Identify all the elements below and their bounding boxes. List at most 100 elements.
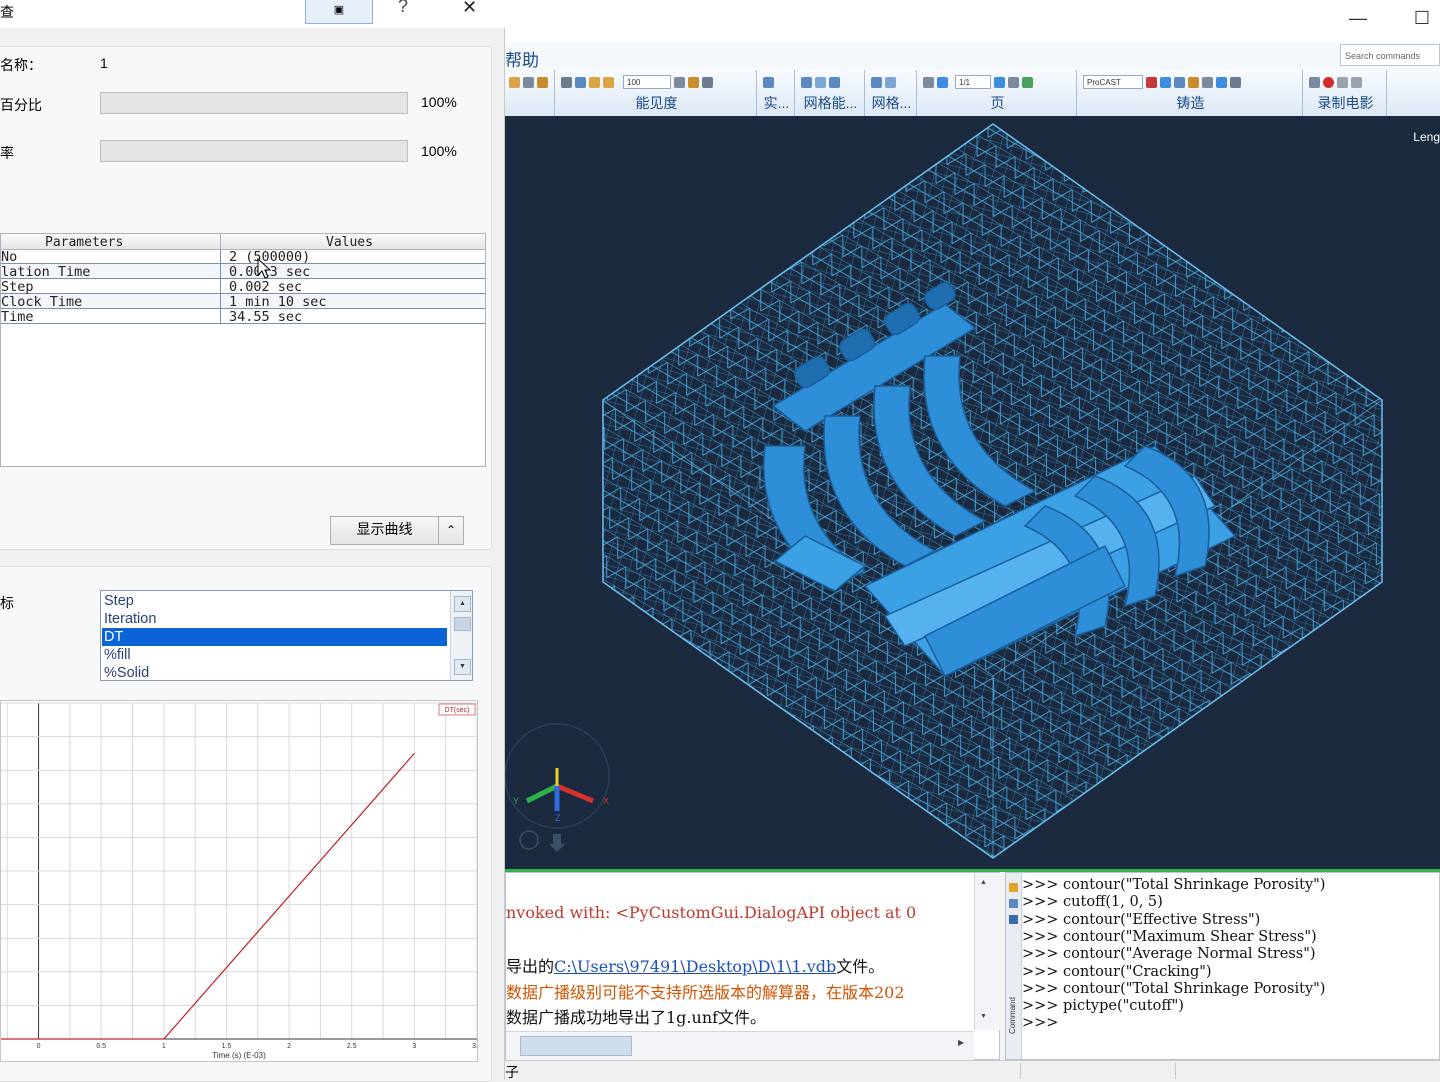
tool-icon[interactable] [763,76,774,88]
solver-select[interactable]: ProCAST [1083,75,1143,89]
tool-icon[interactable] [1188,76,1199,88]
save-icon[interactable] [1009,915,1018,924]
table-row[interactable]: No 2 (500000) [1,249,485,265]
close-button[interactable]: ✕ [462,0,477,18]
command-line: >>> pictype("cutoff") [1022,998,1184,1015]
settings-icon[interactable] [1009,899,1018,908]
zoom-out-icon[interactable] [519,830,539,850]
ribbon-label: 实... [763,95,790,111]
list-item[interactable]: %Solid [102,664,447,680]
tool-icon[interactable] [603,76,614,88]
header-values[interactable]: Values [326,235,373,250]
row-param: Clock Time [1,294,83,310]
output-console[interactable]: nvoked with: <PyCustomGui.DialogAPI obje… [505,872,1000,1060]
ribbon-label: 能见度 [635,95,678,111]
list-label: 标 [0,596,14,612]
listbox-scrollbar[interactable]: ▲ ▼ [450,591,472,680]
tool-icon[interactable] [702,76,713,88]
status-divider [1020,1063,1021,1079]
list-item[interactable]: %fill [102,646,447,664]
page-field[interactable]: 1/1 [955,75,991,89]
camera-icon[interactable] [1309,76,1320,88]
tool-icon[interactable] [537,76,548,88]
list-item-selected[interactable]: DT [102,628,447,646]
minimize-button[interactable]: — [1343,8,1373,29]
x-tick-label: 1 [162,1043,166,1050]
scroll-up-icon[interactable]: ▲ [980,879,987,886]
table-row[interactable]: Time 34.55 sec [1,309,485,325]
tool-icon[interactable] [923,76,934,88]
visibility-field[interactable]: 100 [623,75,671,89]
tool-icon[interactable] [674,76,685,88]
mouse-cursor-icon [257,258,272,279]
column-divider [220,249,221,324]
previous-icon[interactable] [937,76,948,88]
scroll-down-icon[interactable]: ▼ [980,1013,987,1020]
table-row[interactable]: Step 0.002 sec [1,279,485,295]
ribbon-group-casting: ProCAST 铸造 [1079,70,1303,116]
tool-icon[interactable] [1202,76,1213,88]
tool-icon[interactable] [829,76,840,88]
ribbon-icons [509,75,550,89]
arrow-down-icon[interactable] [549,834,565,852]
console-hscroll[interactable]: ▶ [506,1031,974,1060]
chevron-up-icon: ⌃ [445,523,457,537]
command-line: >>> contour("Average Normal Stress") [1022,946,1316,963]
name-label: 名称： [0,58,42,74]
name-value: 1 [100,55,108,71]
tool-icon[interactable] [1008,76,1019,88]
collapse-button[interactable]: ⌃ [438,516,464,545]
ribbon-icons [763,75,790,89]
simulation-progress-dialog: 查 ▣ ? ✕ 名称： 1 百分比 100% 率 100% Parameters… [0,0,505,1082]
pause-icon[interactable] [1337,76,1348,88]
menu-help[interactable]: 帮助 [505,46,539,71]
show-curve-button[interactable]: 显示曲线 [330,516,439,545]
list-item[interactable]: Step [102,592,447,610]
eye-icon[interactable] [575,76,586,88]
ribbon-label: 网格能... [803,95,858,111]
tool-icon[interactable] [589,76,600,88]
dt-chart-svg: 0 0.5 1 1.5 2 2.5 3 3.5 Time (s) (E-03) DT(sec) [1,702,482,1060]
ribbon-icons [871,75,912,89]
table-row[interactable]: lation Time 0.0013 sec [1,264,485,280]
tool-icon[interactable] [1174,76,1185,88]
next-icon[interactable] [994,76,1005,88]
ribbon-label: 网格... [871,95,912,111]
variable-listbox[interactable]: Step Iteration DT %fill %Solid ▲ ▼ [100,590,473,681]
percent-label: 百分比 [0,98,42,114]
tool-icon[interactable] [885,76,896,88]
console-line: nvoked with: <PyCustomGui.DialogAPI obje… [506,903,917,922]
list-item[interactable]: Iteration [102,610,447,628]
tool-icon[interactable] [509,76,520,88]
help-button[interactable]: ? [398,0,408,17]
scroll-thumb[interactable] [454,617,471,631]
hscroll-thumb[interactable] [520,1036,632,1056]
tool-icon[interactable] [1022,76,1033,88]
pin-button[interactable]: ▣ [305,0,373,24]
select-icon[interactable] [561,76,572,88]
search-commands-input[interactable]: Search commands [1340,44,1440,66]
note-icon[interactable] [1009,883,1018,892]
command-console[interactable]: Command >>> contour("Total Shrinkage Por… [1005,872,1440,1060]
tool-icon[interactable] [1230,76,1241,88]
maximize-button[interactable]: ☐ [1407,8,1437,29]
tool-icon[interactable] [871,76,882,88]
status-divider [1175,1063,1176,1079]
console-vscroll[interactable]: ▲ ▼ [974,873,1000,1030]
tool-icon[interactable] [523,76,534,88]
tool-icon[interactable] [1216,76,1227,88]
record-icon[interactable] [1323,76,1334,88]
table-row[interactable]: Clock Time 1 min 10 sec [1,294,485,310]
tool-icon[interactable] [1160,76,1171,88]
tool-icon[interactable] [1146,76,1157,88]
vdb-file-link[interactable]: C:\Users\97491\Desktop\D\1\1.vdb [554,957,836,976]
header-parameters[interactable]: Parameters [45,235,123,250]
scroll-up-icon[interactable]: ▲ [454,596,471,612]
scroll-right-icon[interactable]: ▶ [958,1038,964,1047]
stop-icon[interactable] [1351,76,1362,88]
tool-icon[interactable] [815,76,826,88]
tool-icon[interactable] [688,76,699,88]
tool-icon[interactable] [801,76,812,88]
3d-viewport[interactable]: Y X Z Leng [505,116,1440,872]
scroll-down-icon[interactable]: ▼ [454,659,471,675]
